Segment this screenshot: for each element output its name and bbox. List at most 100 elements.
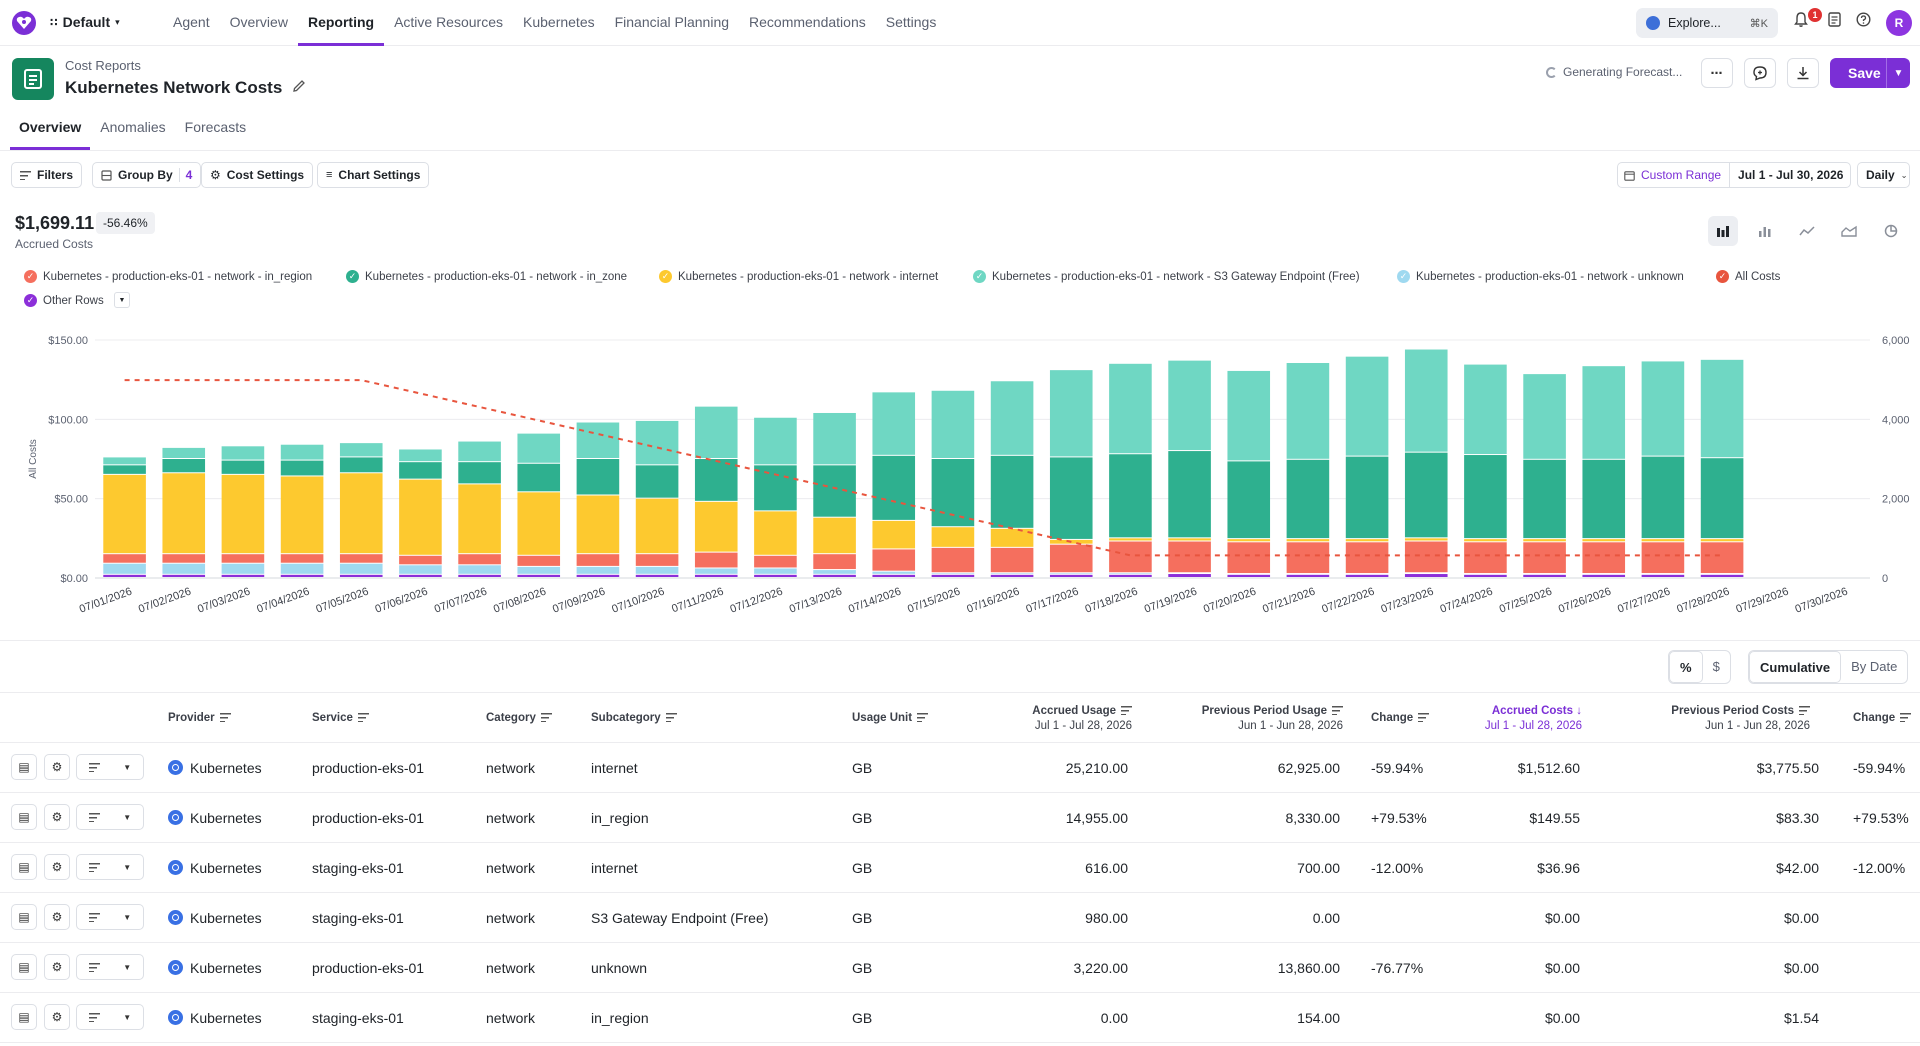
table-row[interactable]: ▤ ⚙ ▼ Kubernetes staging-eks-01 network … [0,893,1920,943]
nav-item-settings[interactable]: Settings [876,0,947,46]
save-dropdown-chevron-icon[interactable]: ▼ [1886,58,1910,88]
nav-item-financial-planning[interactable]: Financial Planning [605,0,739,46]
legend-dropdown-chevron-icon[interactable]: ▼ [114,292,130,308]
chart-icon[interactable]: ▤ [11,904,37,930]
nav-item-active-resources[interactable]: Active Resources [384,0,513,46]
more-button[interactable]: ⋯ [1701,58,1733,88]
column-header-category[interactable]: Category [486,711,552,726]
pencil-icon[interactable] [292,78,306,98]
tab-anomalies[interactable]: Anomalies [91,112,174,150]
column-header-accrued-costs[interactable]: Accrued Costs ↓ Jul 1 - Jul 28, 2026 [1470,704,1582,734]
gear-icon[interactable]: ⚙ [44,1004,70,1030]
column-header-previous-usage[interactable]: Previous Period Usage Jun 1 - Jun 28, 20… [1180,704,1343,734]
help-icon[interactable] [1852,12,1874,34]
nav-item-recommendations[interactable]: Recommendations [739,0,876,46]
column-header-change-costs[interactable]: Change [1853,711,1912,726]
legend-item-in-zone[interactable]: ✓ Kubernetes - production-eks-01 - netwo… [346,270,627,283]
user-avatar[interactable]: R [1886,10,1912,36]
table-row[interactable]: ▤ ⚙ ▼ Kubernetes staging-eks-01 network … [0,993,1920,1043]
nav-item-agent[interactable]: Agent [163,0,220,46]
by-date-toggle[interactable]: By Date [1841,651,1907,683]
gear-icon[interactable]: ⚙ [44,954,70,980]
row-actions-dropdown[interactable]: ▼ [76,804,144,830]
save-button[interactable]: Save ▼ [1830,58,1910,88]
legend-item-other-rows[interactable]: ✓ Other Rows [24,294,104,307]
column-header-change[interactable]: Change [1371,711,1430,726]
gear-icon[interactable]: ⚙ [44,904,70,930]
tab-forecasts[interactable]: Forecasts [176,112,255,150]
pie-view-button[interactable] [1876,216,1906,246]
chart-settings-button[interactable]: ≡ Chart Settings [317,162,430,188]
group-by-button[interactable]: Group By 4 [92,162,202,188]
line-view-button[interactable] [1792,216,1822,246]
filter-icon [88,912,100,922]
stacked-bar-view-button[interactable] [1708,216,1738,246]
gear-icon[interactable]: ⚙ [44,754,70,780]
gear-icon[interactable]: ⚙ [44,804,70,830]
row-actions-dropdown[interactable]: ▼ [76,954,144,980]
column-header-subcategory[interactable]: Subcategory [591,711,677,726]
column-header-provider[interactable]: Provider [168,711,231,726]
comment-button[interactable] [1744,58,1776,88]
filter-icon[interactable] [1332,706,1343,715]
app-logo-icon[interactable] [12,11,36,35]
column-header-range: Jul 1 - Jul 28, 2026 [1484,720,1582,732]
legend-item-in-region[interactable]: ✓ Kubernetes - production-eks-01 - netwo… [24,270,312,283]
nav-item-kubernetes[interactable]: Kubernetes [513,0,605,46]
bar-segment [576,566,620,574]
column-header-accrued-usage[interactable]: Accrued Usage Jul 1 - Jul 28, 2026 [990,704,1132,734]
chart-icon[interactable]: ▤ [11,954,37,980]
column-header-usage-unit[interactable]: Usage Unit [852,711,929,726]
cumulative-toggle[interactable]: Cumulative [1749,651,1842,683]
date-range-picker[interactable]: Custom Range Jul 1 - Jul 30, 2026 [1617,162,1851,188]
tab-overview[interactable]: Overview [10,112,91,150]
table-row[interactable]: ▤ ⚙ ▼ Kubernetes production-eks-01 netwo… [0,743,1920,793]
breadcrumb[interactable]: Cost Reports [65,58,141,73]
bar-segment [162,563,206,574]
row-actions-dropdown[interactable]: ▼ [76,854,144,880]
percent-toggle[interactable]: % [1669,651,1703,683]
nav-item-overview[interactable]: Overview [220,0,298,46]
cost-settings-button[interactable]: ⚙ Cost Settings [201,162,314,188]
row-actions-dropdown[interactable]: ▼ [76,904,144,930]
chart-icon[interactable]: ▤ [11,854,37,880]
filters-button[interactable]: Filters [11,162,83,188]
gear-icon[interactable]: ⚙ [44,854,70,880]
explore-search[interactable]: Explore... ⌘K [1636,8,1778,38]
download-button[interactable] [1787,58,1819,88]
filter-icon[interactable] [1121,706,1132,715]
chart-icon[interactable]: ▤ [11,754,37,780]
filter-icon[interactable] [219,713,231,722]
granularity-select[interactable]: Daily ⌄ [1857,162,1910,188]
table-row[interactable]: ▤ ⚙ ▼ Kubernetes production-eks-01 netwo… [0,943,1920,993]
legend-item-unknown[interactable]: ✓ Kubernetes - production-eks-01 - netwo… [1397,270,1684,283]
column-header-service[interactable]: Service [312,711,369,726]
bar-segment [635,574,679,577]
bar-view-button[interactable] [1750,216,1780,246]
area-view-button[interactable] [1834,216,1864,246]
cell-category: network [486,810,536,826]
x-tick-label: 07/28/2026 [1675,586,1731,616]
dollar-toggle[interactable]: $ [1703,651,1730,683]
filter-icon[interactable] [1799,706,1810,715]
table-row[interactable]: ▤ ⚙ ▼ Kubernetes production-eks-01 netwo… [0,793,1920,843]
column-header-previous-costs[interactable]: Previous Period Costs Jun 1 - Jun 28, 20… [1660,704,1810,734]
custom-range[interactable]: Custom Range [1618,162,1731,188]
table-row[interactable]: ▤ ⚙ ▼ Kubernetes staging-eks-01 network … [0,843,1920,893]
filter-icon[interactable] [917,713,929,722]
filter-icon[interactable] [1900,713,1912,722]
chart-icon[interactable]: ▤ [11,1004,37,1030]
row-actions-dropdown[interactable]: ▼ [76,754,144,780]
row-actions-dropdown[interactable]: ▼ [76,1004,144,1030]
legend-item-internet[interactable]: ✓ Kubernetes - production-eks-01 - netwo… [659,270,938,283]
document-icon[interactable] [1823,12,1845,34]
filter-icon[interactable] [540,713,552,722]
chart-icon[interactable]: ▤ [11,804,37,830]
legend-item-all-costs[interactable]: ✓ All Costs [1716,270,1780,283]
filter-icon[interactable] [1418,713,1430,722]
nav-item-reporting[interactable]: Reporting [297,0,385,46]
filter-icon[interactable] [357,713,369,722]
filter-icon[interactable] [665,713,677,722]
legend-item-s3-gateway[interactable]: ✓ Kubernetes - production-eks-01 - netwo… [973,270,1360,283]
workspace-selector[interactable]: ∷ Default ▾ [50,14,120,30]
